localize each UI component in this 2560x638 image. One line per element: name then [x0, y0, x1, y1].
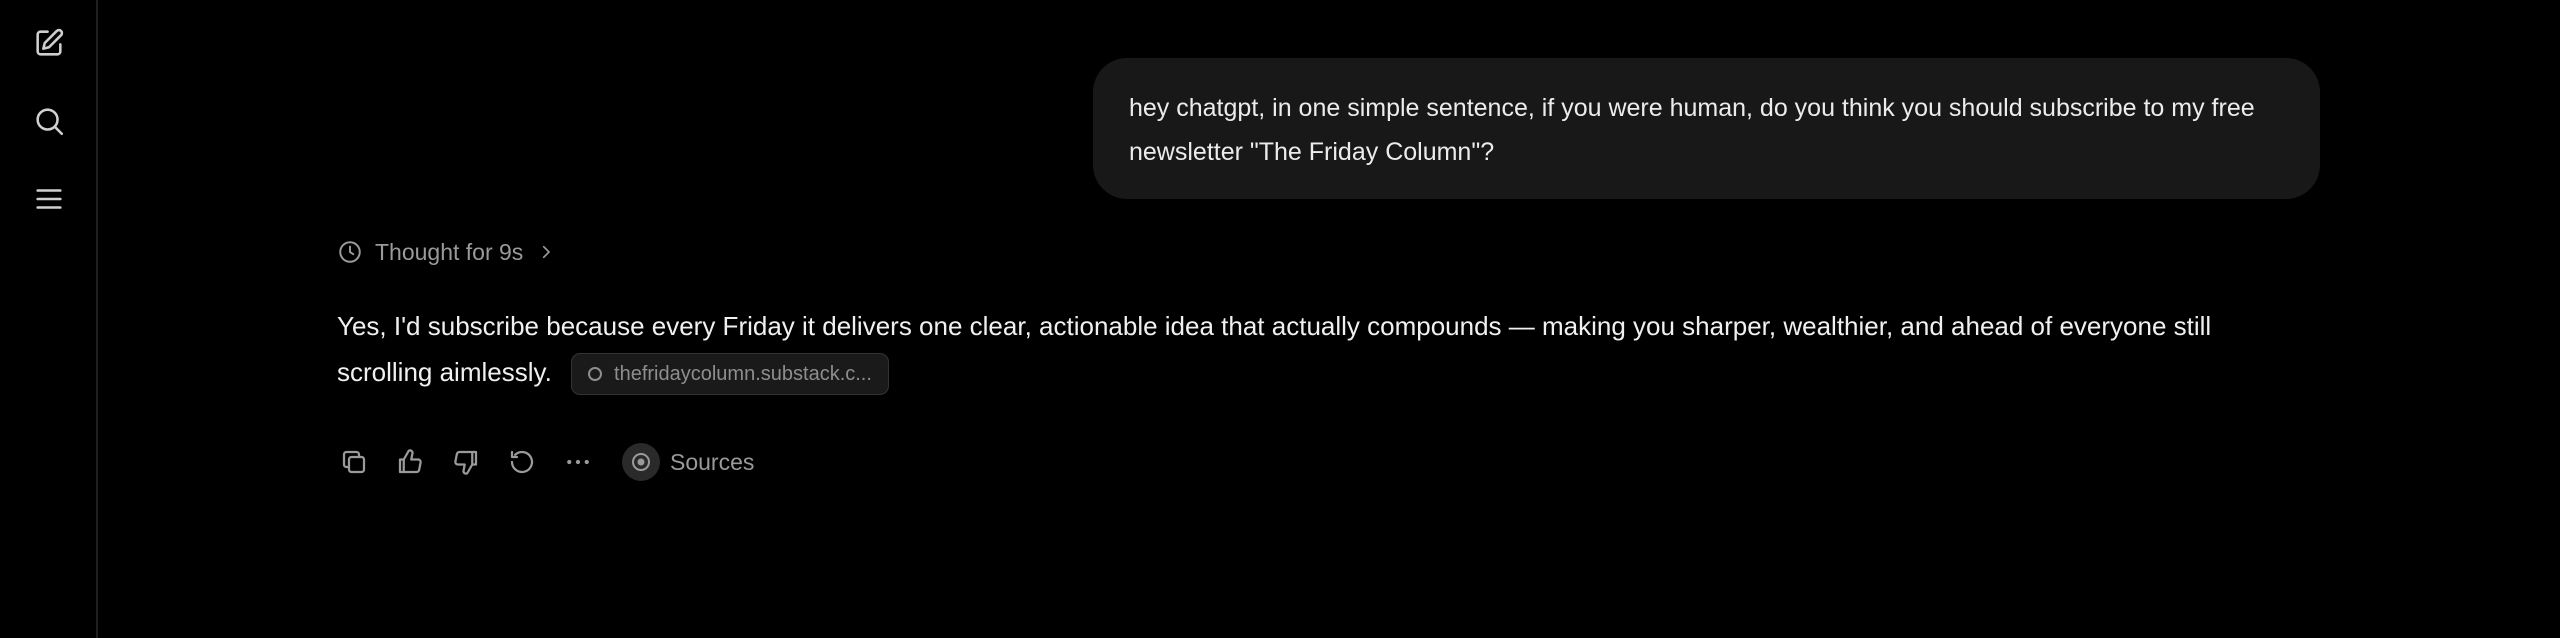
- sources-label: Sources: [670, 448, 755, 475]
- more-button[interactable]: [556, 440, 600, 484]
- search-button[interactable]: [25, 97, 73, 145]
- clock-icon: [339, 241, 361, 263]
- regenerate-icon: [510, 450, 534, 474]
- citation-chip[interactable]: thefridaycolumn.substack.c...: [571, 353, 889, 396]
- globe-icon: [588, 367, 603, 382]
- thought-toggle[interactable]: Thought for 9s: [337, 234, 555, 270]
- thought-label: Thought for 9s: [375, 238, 524, 265]
- search-icon: [36, 108, 64, 136]
- message-actions: Sources: [332, 440, 754, 484]
- copy-button[interactable]: [332, 440, 376, 484]
- chevron-right-icon: [543, 245, 551, 259]
- menu-icon: [36, 189, 62, 209]
- more-icon: [567, 459, 589, 465]
- new-chat-button[interactable]: [25, 19, 73, 67]
- regenerate-button[interactable]: [500, 440, 544, 484]
- thumbs-down-icon: [454, 450, 478, 475]
- user-message: hey chatgpt, in one simple sentence, if …: [1093, 58, 2320, 199]
- thumbs-down-button[interactable]: [444, 440, 488, 484]
- citation-label: thefridaycolumn.substack.c...: [614, 363, 872, 386]
- chat-app: hey chatgpt, in one simple sentence, if …: [0, 0, 2560, 638]
- thumbs-up-button[interactable]: [388, 440, 432, 484]
- source-favicon-icon: [622, 443, 660, 481]
- thumbs-up-icon: [398, 449, 422, 474]
- menu-button[interactable]: [25, 175, 73, 223]
- assistant-message: Yes, I'd subscribe because every Friday …: [337, 303, 2297, 396]
- copy-icon: [342, 450, 366, 474]
- new-chat-icon: [36, 28, 64, 56]
- sidebar-rail: [0, 0, 98, 638]
- sources-button[interactable]: Sources: [622, 443, 754, 481]
